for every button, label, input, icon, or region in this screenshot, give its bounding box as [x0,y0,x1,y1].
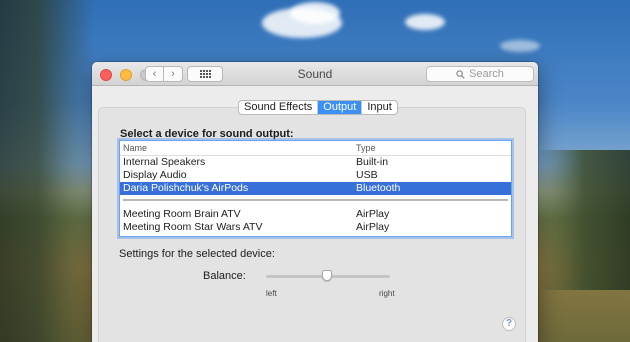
search-icon [456,69,465,79]
table-row[interactable]: Internal Speakers Built-in [120,156,511,169]
balance-right-label: right [379,289,395,298]
wallpaper-trees-right [538,150,630,290]
table-row[interactable]: Meeting Room Star Wars ATV AirPlay [120,221,511,234]
device-name: Display Audio [123,169,187,181]
balance-slider-thumb[interactable] [322,270,332,281]
table-row-selected[interactable]: Daria Polishchuk's AirPods Bluetooth [120,182,511,195]
table-row[interactable]: Meeting Room Brain ATV AirPlay [120,208,511,221]
table-header: Name Type [120,141,511,156]
question-mark-icon: ? [505,318,513,329]
device-type: Bluetooth [356,182,401,194]
column-header-type[interactable]: Type [356,143,376,153]
wallpaper-cloud [500,40,540,52]
device-name: Meeting Room Star Wars ATV [123,221,263,233]
wallpaper-trees-left [0,0,95,342]
device-type: USB [356,169,378,181]
table-row[interactable]: Display Audio USB [120,169,511,182]
search-field[interactable]: Search [426,66,534,82]
settings-label: Settings for the selected device: [119,248,275,260]
device-name: Meeting Room Brain ATV [123,208,241,220]
tab-input[interactable]: Input [361,101,396,114]
balance-left-label: left [266,289,277,298]
sound-preferences-window: ‹ › Sound Search Sound Effects Output In… [92,62,538,342]
device-type: AirPlay [356,208,390,220]
column-header-name[interactable]: Name [123,143,147,153]
device-name: Daria Polishchuk's AirPods [123,182,249,194]
tab-bar: Sound Effects Output Input [238,100,398,115]
search-placeholder: Search [469,68,504,80]
output-device-table[interactable]: Name Type Internal Speakers Built-in Dis… [119,140,512,237]
help-button[interactable]: ? [502,317,516,331]
output-heading: Select a device for sound output: [120,128,294,140]
device-name: Internal Speakers [123,156,206,168]
table-separator [120,195,511,208]
wallpaper-cloud [405,14,445,30]
wallpaper-cloud [290,2,340,24]
balance-label: Balance: [203,270,246,282]
device-type: AirPlay [356,221,390,233]
device-type: Built-in [356,156,389,168]
tab-sound-effects[interactable]: Sound Effects [239,101,317,114]
title-bar: ‹ › Sound Search [92,62,538,86]
tab-output[interactable]: Output [317,101,362,114]
